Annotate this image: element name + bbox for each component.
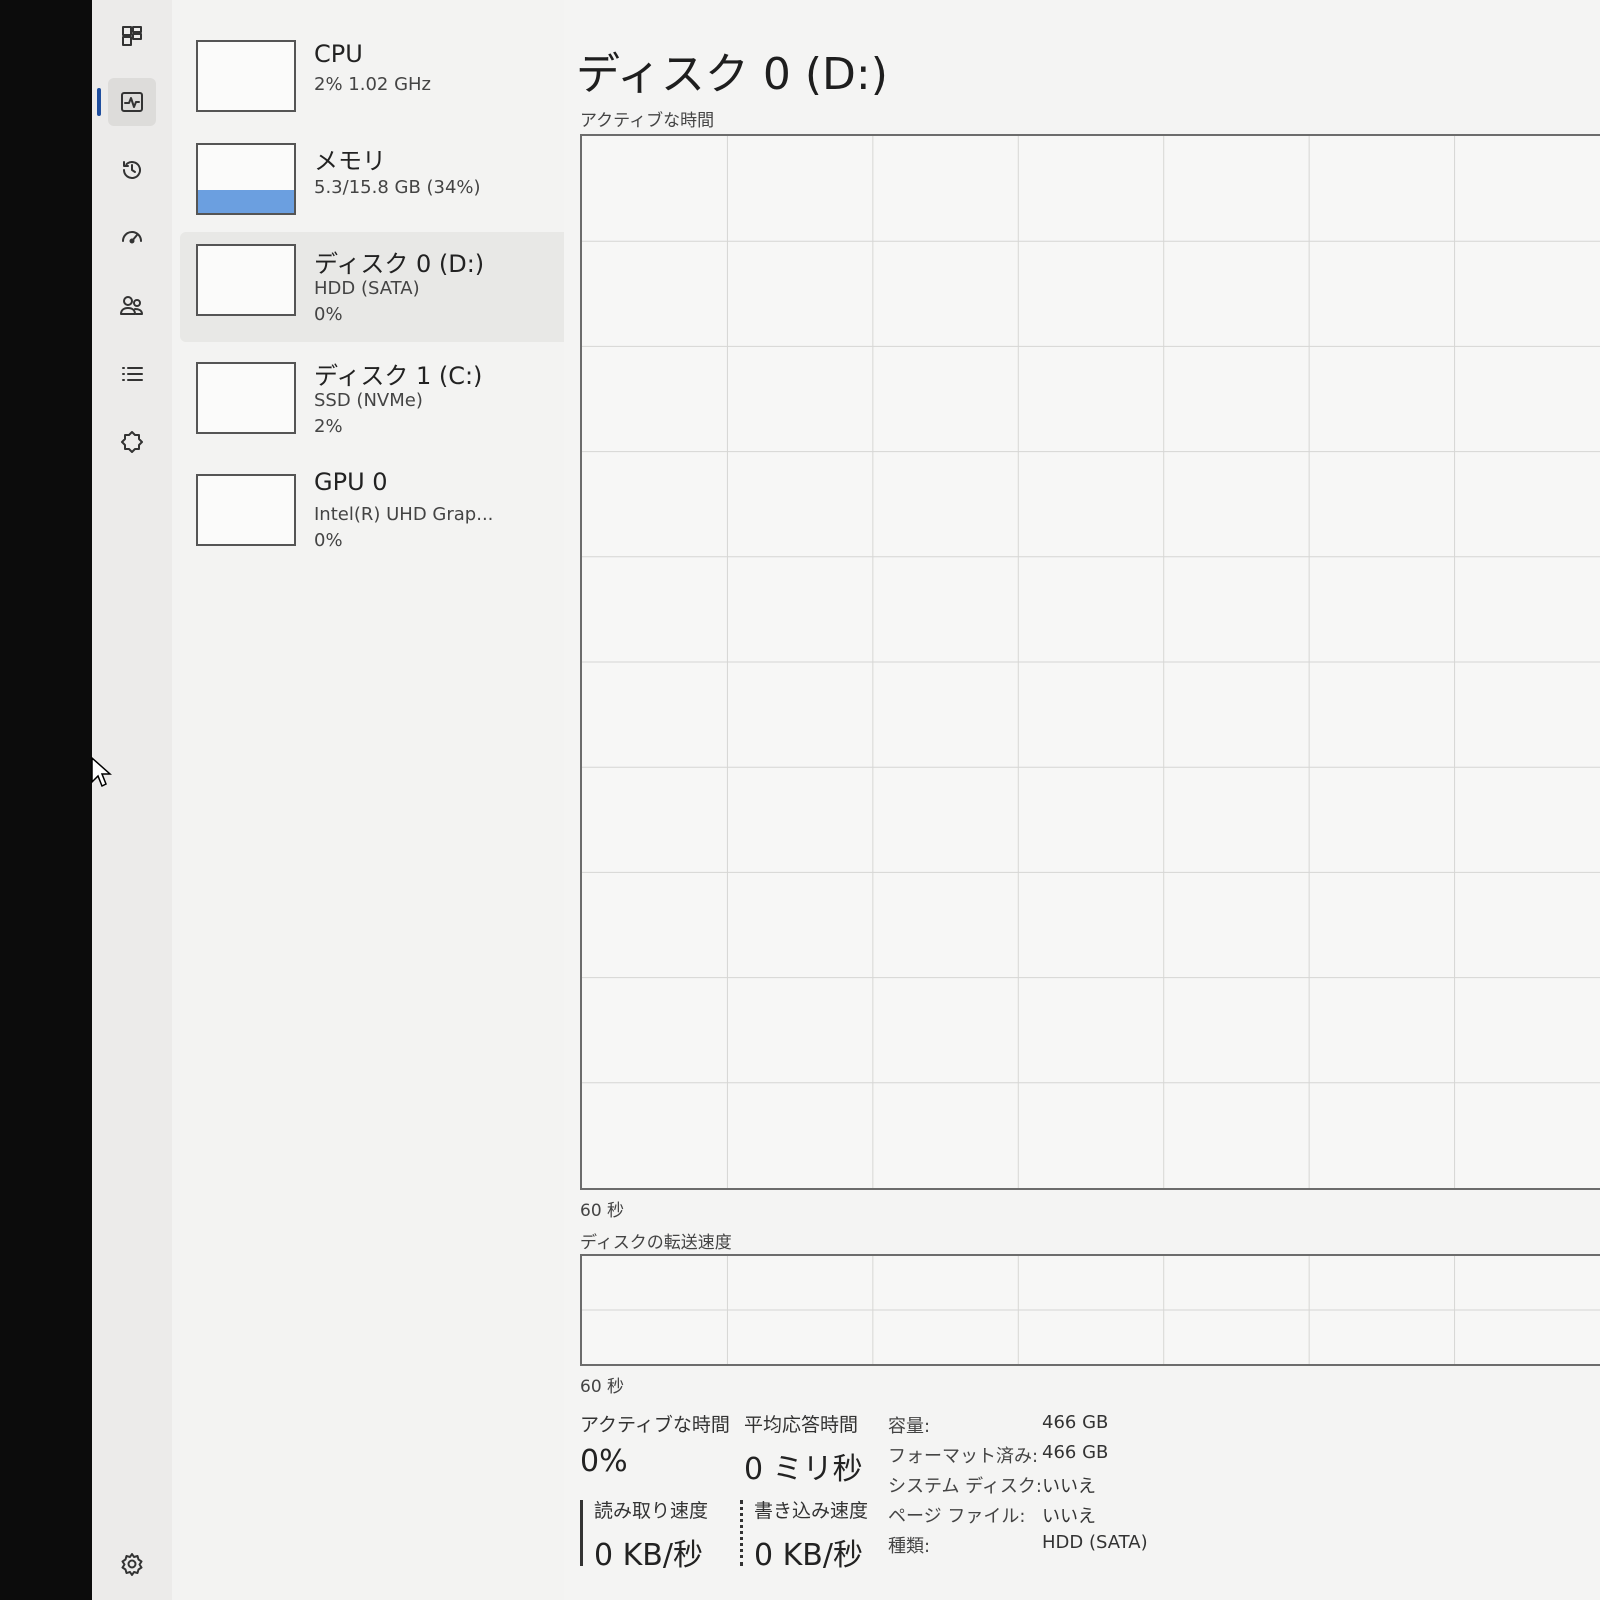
mouse-cursor-icon xyxy=(91,756,112,788)
read-speed-value: 0 KB/秒 xyxy=(594,1538,703,1573)
performance-icon xyxy=(121,92,143,112)
page-file-value: いいえ xyxy=(1042,1506,1096,1527)
nav-startup-apps[interactable] xyxy=(108,214,156,262)
device-type: SSD (NVMe) xyxy=(314,390,423,411)
memory-usage-fill xyxy=(198,189,294,213)
avg-response-stat-label: 平均応答時間 xyxy=(744,1414,859,1436)
device-title: CPU xyxy=(314,40,363,68)
app-history-icon xyxy=(123,161,141,179)
active-time-stat-label: アクティブな時間 xyxy=(580,1414,730,1436)
device-title: ディスク 0 (D:) xyxy=(314,250,485,278)
device-title: GPU 0 xyxy=(314,468,388,496)
nav-processes[interactable] xyxy=(108,12,156,60)
capacity-value: 466 GB xyxy=(1042,1412,1109,1433)
gpu-thumbnail-graph xyxy=(196,474,296,546)
users-icon xyxy=(120,296,143,315)
transfer-x-label: 60 秒 xyxy=(580,1377,625,1397)
device-usage: 0% xyxy=(314,530,343,551)
active-nav-indicator xyxy=(97,88,101,116)
nav-rail xyxy=(92,0,172,1600)
transfer-chart-label: ディスクの転送速度 xyxy=(580,1233,732,1253)
services-icon xyxy=(121,431,143,453)
formatted-label: フォーマット済み: xyxy=(888,1446,1039,1467)
type-value: HDD (SATA) xyxy=(1042,1532,1148,1553)
write-speed-legend-line xyxy=(740,1500,743,1566)
page-title: ディスク 0 (D:) xyxy=(576,49,888,100)
write-speed-value: 0 KB/秒 xyxy=(754,1538,863,1573)
disk0-thumbnail-graph xyxy=(196,244,296,316)
cpu-thumbnail-graph xyxy=(196,40,296,112)
device-title: メモリ xyxy=(314,147,386,175)
disk1-thumbnail-graph xyxy=(196,362,296,434)
active-time-grid xyxy=(582,136,1600,1188)
nav-app-history[interactable] xyxy=(108,146,156,194)
nav-users[interactable] xyxy=(108,282,156,330)
transfer-rate-grid xyxy=(582,1256,1600,1364)
settings-icon xyxy=(121,1553,143,1576)
active-time-stat-value: 0% xyxy=(580,1444,628,1479)
active-time-x-label: 60 秒 xyxy=(580,1201,625,1221)
read-speed-legend-line xyxy=(580,1500,583,1566)
device-usage: 2% xyxy=(314,416,343,437)
device-detail: 5.3/15.8 GB (34%) xyxy=(314,177,481,198)
nav-services[interactable] xyxy=(108,418,156,466)
read-speed-label: 読み取り速度 xyxy=(594,1500,709,1522)
avg-response-stat-value: 0 ミリ秒 xyxy=(744,1452,863,1487)
device-detail: 2% 1.02 GHz xyxy=(314,74,432,95)
startup-apps-icon xyxy=(122,231,142,244)
details-icon xyxy=(122,367,143,381)
system-disk-label: システム ディスク: xyxy=(888,1476,1042,1497)
page-file-label: ページ ファイル: xyxy=(888,1506,1026,1527)
type-label: 種類: xyxy=(888,1536,931,1557)
transfer-rate-chart xyxy=(580,1254,1600,1366)
memory-thumbnail-graph xyxy=(196,143,296,215)
nav-details[interactable] xyxy=(108,350,156,398)
device-title: ディスク 1 (C:) xyxy=(314,362,483,390)
device-type: HDD (SATA) xyxy=(314,278,420,299)
nav-settings[interactable] xyxy=(108,1540,156,1588)
nav-performance[interactable] xyxy=(108,78,156,126)
device-usage: 0% xyxy=(314,304,343,325)
formatted-value: 466 GB xyxy=(1042,1442,1109,1463)
screen-bezel xyxy=(0,0,92,1600)
device-list: CPU 2% 1.02 GHz メモリ 5.3/15.8 GB (34%) ディ… xyxy=(172,0,700,1600)
processes-icon xyxy=(122,26,142,46)
device-name: Intel(R) UHD Grap... xyxy=(314,504,494,525)
active-time-chart xyxy=(580,134,1600,1190)
write-speed-label: 書き込み速度 xyxy=(754,1500,869,1522)
active-time-chart-label: アクティブな時間 xyxy=(580,111,715,131)
system-disk-value: いいえ xyxy=(1042,1476,1096,1497)
capacity-label: 容量: xyxy=(888,1416,931,1437)
